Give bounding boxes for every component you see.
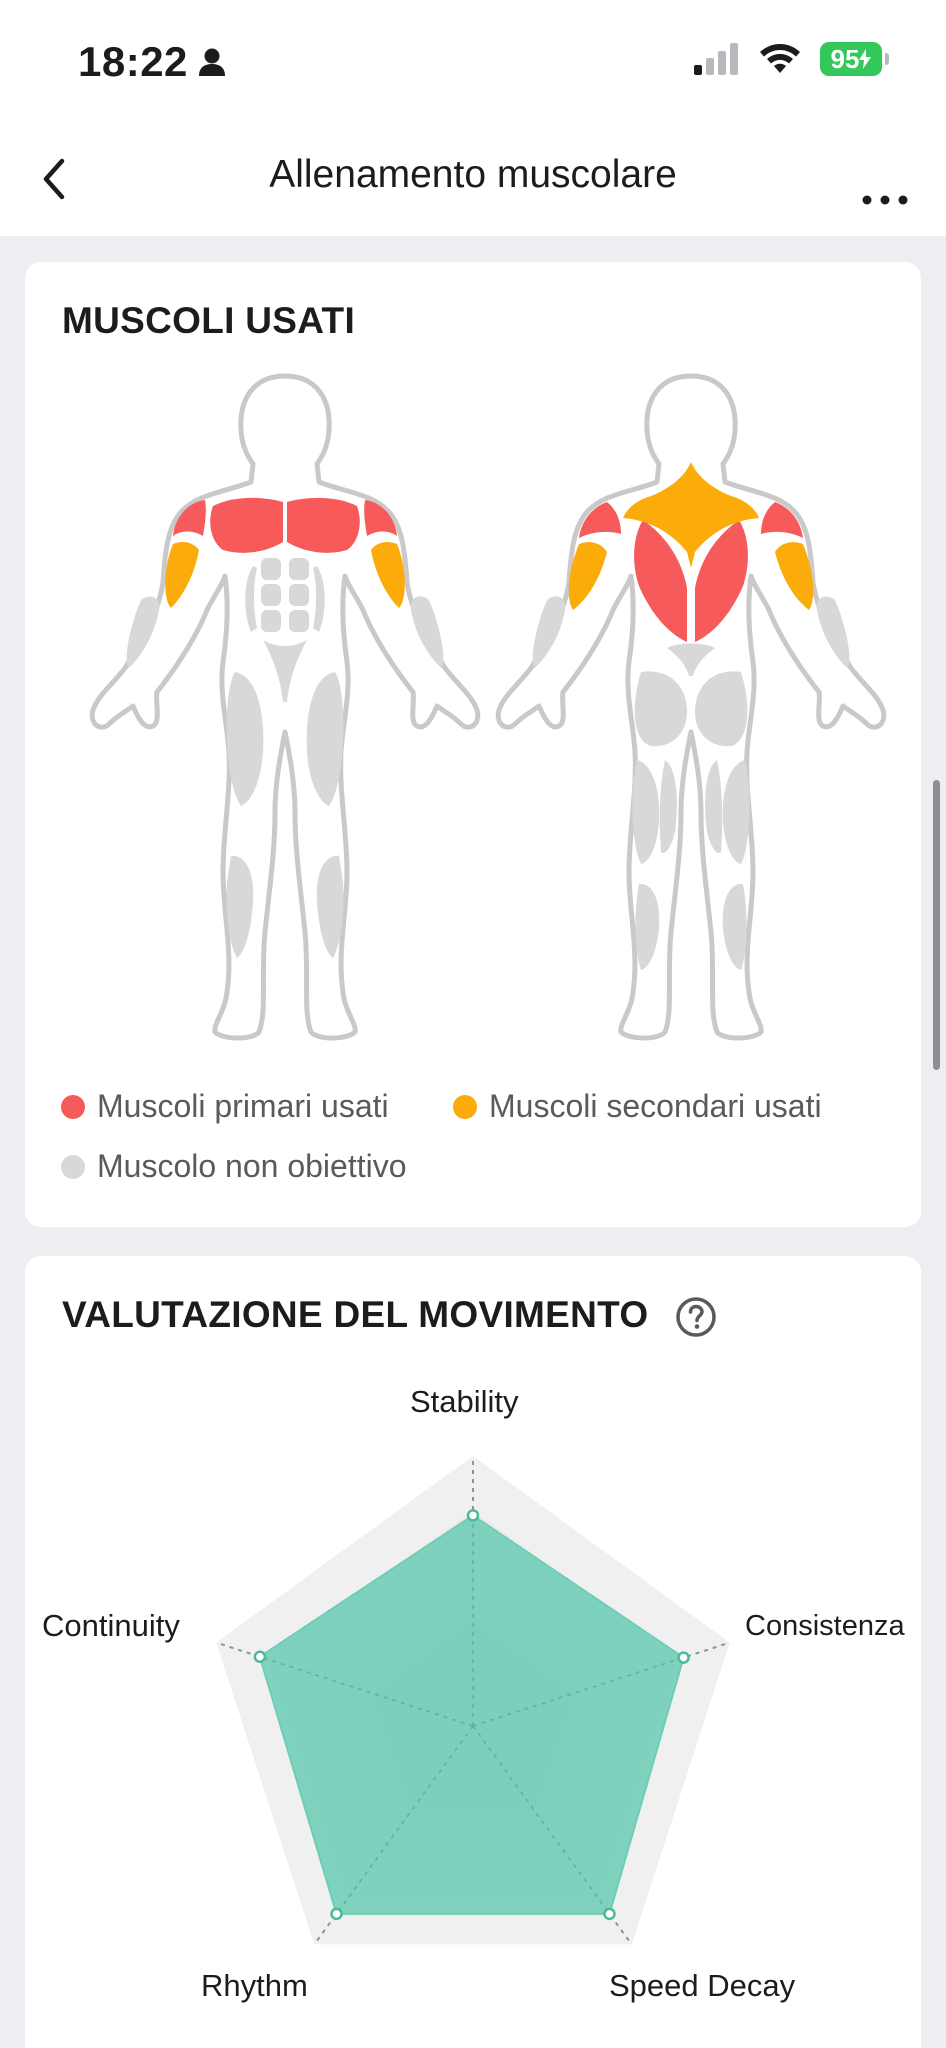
legend-non-target: Muscolo non obiettivo — [61, 1148, 407, 1185]
status-bar: 18:22 95 — [0, 0, 946, 125]
legend-primary-label: Muscoli primari usati — [97, 1088, 389, 1124]
right-pectoral — [287, 497, 360, 553]
radar-data-point — [603, 1907, 616, 1921]
body-front-outline — [89, 373, 481, 1041]
legend-primary-dot — [61, 1094, 85, 1119]
body-back-figure — [495, 373, 887, 1041]
radar-data-point — [330, 1907, 343, 1921]
left-pectoral — [210, 497, 283, 553]
status-time-text: 18:22 — [78, 38, 188, 85]
person-icon — [198, 48, 225, 76]
scrollbar[interactable] — [933, 780, 940, 1070]
wifi-icon — [760, 44, 800, 73]
status-indicators: 95 — [694, 42, 889, 76]
page-title: Allenamento muscolare — [269, 153, 677, 196]
movement-evaluation-card: VALUTAZIONE DEL MOVIMENTO Stability Cons… — [25, 1256, 921, 2048]
radar-data-point — [466, 1509, 480, 1522]
legend-primary: Muscoli primari usati — [61, 1088, 389, 1125]
status-time: 18:22 — [78, 38, 226, 86]
muscles-used-card: MUSCOLI USATI Muscoli primari usati Musc… — [25, 262, 921, 1227]
legend-secondary-dot — [453, 1094, 477, 1119]
radar-data-point — [677, 1651, 690, 1664]
navigation-bar: Allenamento muscolare — [0, 125, 946, 236]
charging-bolt-icon — [859, 49, 872, 69]
legend-non-target-dot — [61, 1154, 85, 1179]
battery-level: 95 — [830, 43, 860, 74]
cellular-signal-icon — [694, 43, 738, 75]
legend-secondary-label: Muscoli secondari usati — [489, 1088, 822, 1124]
movement-radar-chart — [215, 1456, 731, 1946]
legend-non-target-label: Muscolo non obiettivo — [97, 1148, 407, 1184]
legend-secondary: Muscoli secondari usati — [453, 1088, 822, 1125]
more-options-icon[interactable] — [850, 149, 920, 209]
radar-data-point — [253, 1650, 267, 1663]
battery-icon: 95 — [820, 42, 889, 76]
muscles-card-title: MUSCOLI USATI — [62, 300, 356, 341]
body-front-figure — [89, 373, 481, 1041]
